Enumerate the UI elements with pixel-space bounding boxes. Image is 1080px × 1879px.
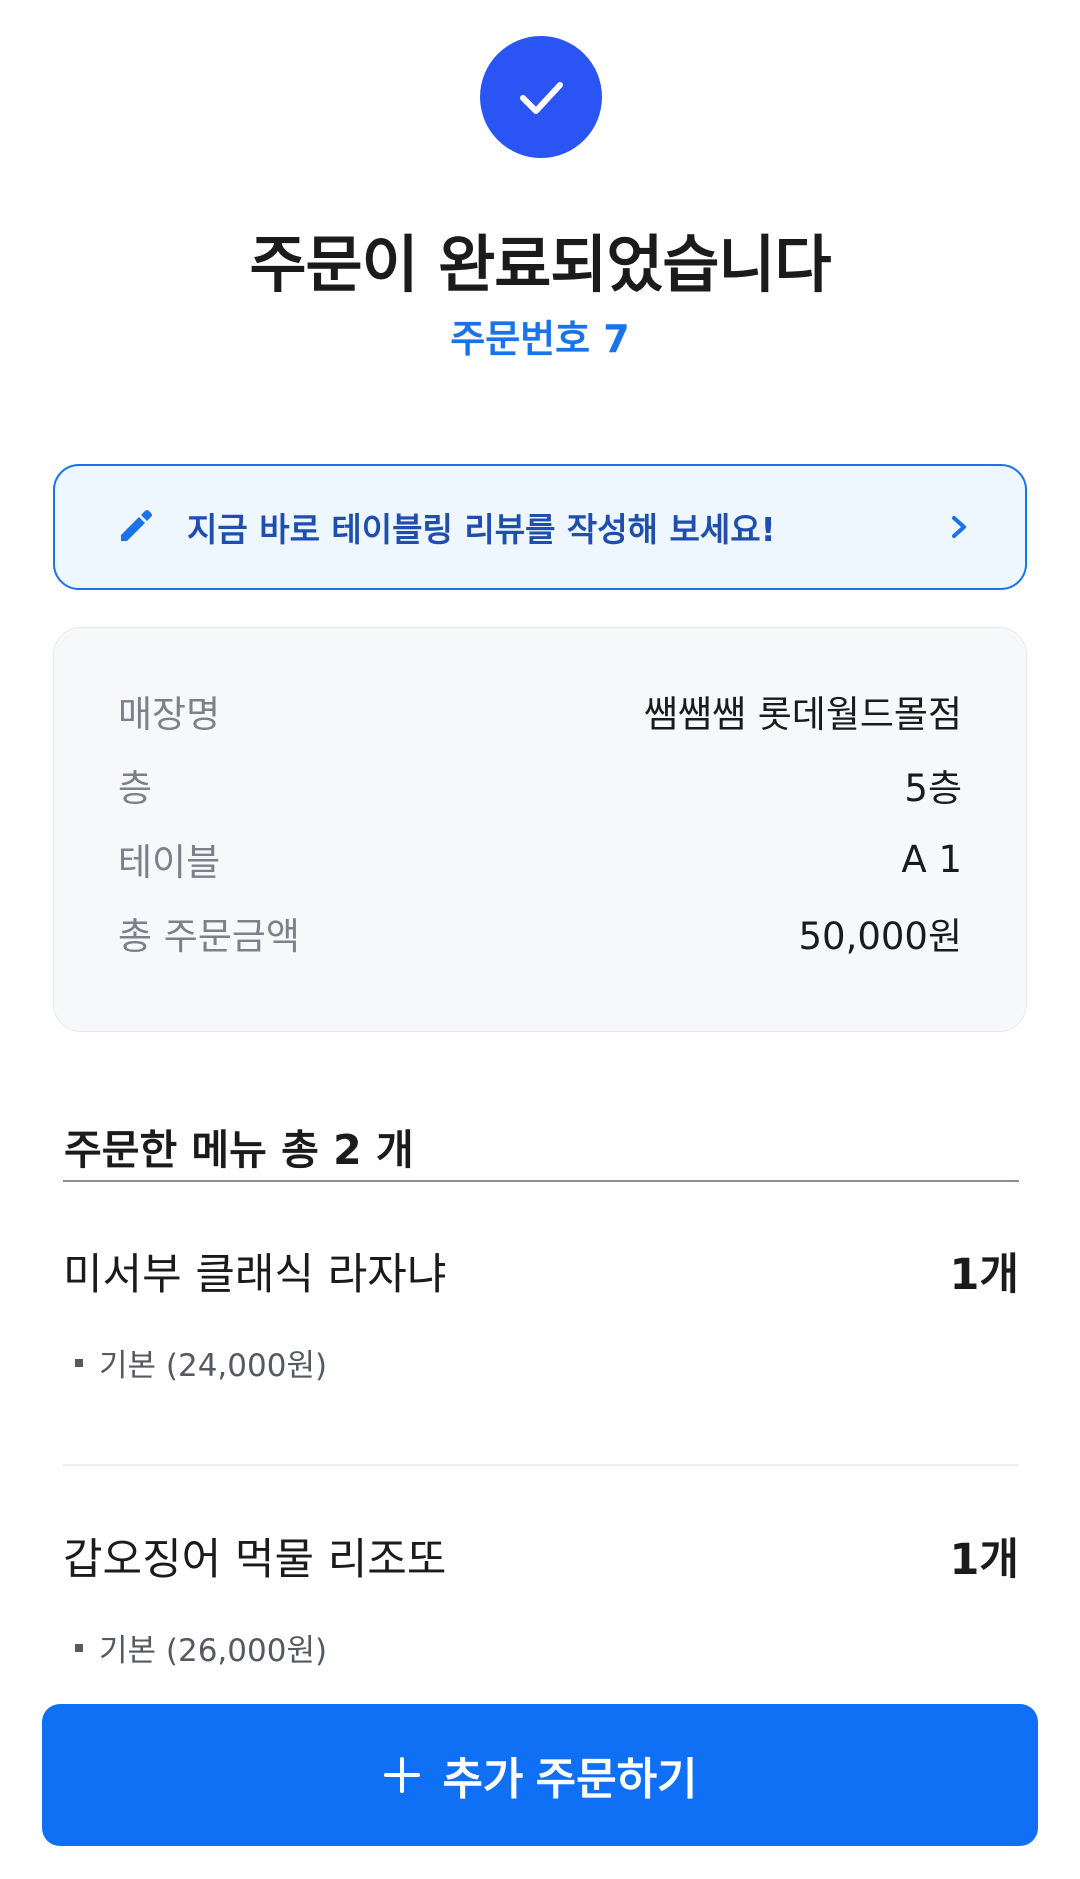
info-row-table: 테이블 A 1: [54, 822, 1026, 896]
add-order-label: 추가 주문하기: [442, 1755, 698, 1804]
section-divider: [63, 1180, 1019, 1182]
add-order-button[interactable]: 추가 주문하기: [42, 1704, 1038, 1846]
bullet-icon: [75, 1358, 83, 1367]
info-label: 층: [118, 767, 153, 810]
menu-item-quantity: 1개: [949, 1250, 1019, 1300]
menu-item-option-text: 기본 (24,000원): [99, 1348, 328, 1384]
info-value: 쌤쌤쌤 롯데월드몰점: [643, 693, 962, 736]
bullet-icon: [75, 1643, 83, 1652]
item-divider: [63, 1464, 1019, 1466]
menu-section-title: 주문한 메뉴 총 2 개: [64, 1126, 414, 1174]
menu-item-quantity: 1개: [949, 1535, 1019, 1585]
info-label: 매장명: [118, 693, 221, 736]
chevron-right-icon: [947, 511, 971, 543]
info-row-floor: 층 5층: [54, 748, 1026, 822]
info-value: 50,000원: [798, 915, 962, 958]
info-label: 총 주문금액: [118, 915, 300, 958]
info-label: 테이블: [118, 841, 221, 884]
order-info-card: 매장명 쌤쌤쌤 롯데월드몰점 층 5층 테이블 A 1 총 주문금액 50,00…: [53, 627, 1027, 1032]
order-number: 주문번호 7: [450, 317, 630, 361]
menu-item-option-text: 기본 (26,000원): [99, 1633, 328, 1669]
review-banner-text: 지금 바로 테이블링 리뷰를 작성해 보세요!: [187, 510, 776, 549]
success-check-icon: [480, 36, 602, 158]
review-banner-button[interactable]: 지금 바로 테이블링 리뷰를 작성해 보세요!: [53, 464, 1027, 590]
plus-icon: [382, 1755, 422, 1795]
info-value: A 1: [901, 837, 962, 881]
menu-item-option: 기본 (26,000원): [63, 1625, 1019, 1670]
page-title: 주문이 완료되었습니다: [249, 228, 832, 301]
info-row-total: 총 주문금액 50,000원: [54, 896, 1026, 970]
menu-item: 갑오징어 먹물 리조또 1개 기본 (26,000원): [63, 1525, 1019, 1670]
menu-item-name: 미서부 클래식 라자냐: [63, 1250, 447, 1300]
menu-item: 미서부 클래식 라자냐 1개 기본 (24,000원): [63, 1240, 1019, 1385]
menu-item-option: 기본 (24,000원): [63, 1340, 1019, 1385]
menu-item-name: 갑오징어 먹물 리조또: [63, 1535, 447, 1585]
pencil-icon: [115, 507, 155, 547]
info-row-store: 매장명 쌤쌤쌤 롯데월드몰점: [54, 674, 1026, 748]
info-value: 5층: [904, 767, 962, 810]
